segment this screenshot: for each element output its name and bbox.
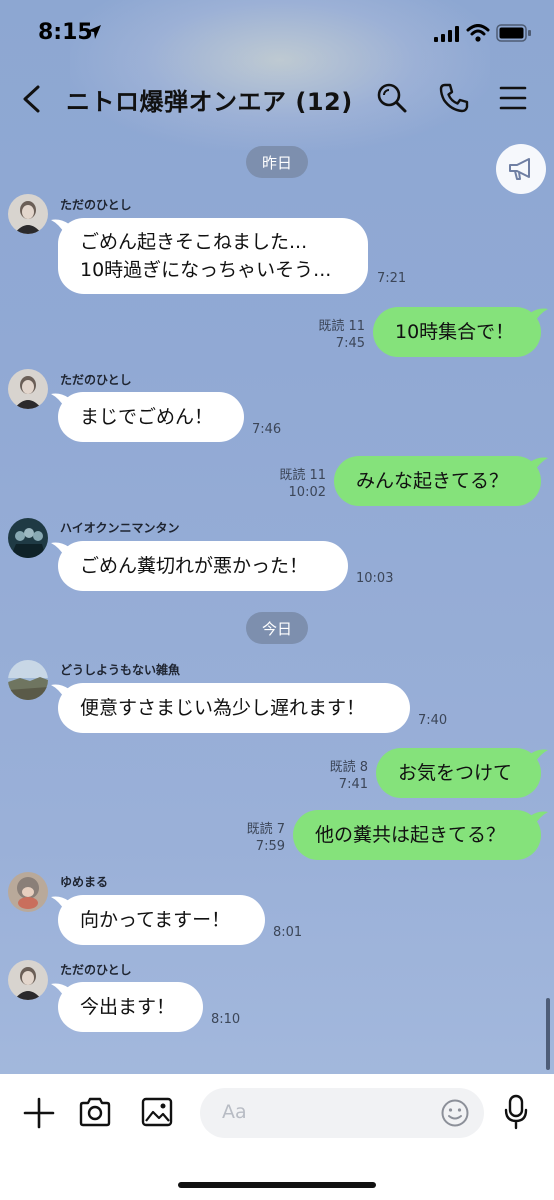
emoji-icon[interactable] xyxy=(440,1098,470,1128)
sender-name: ただのひとし xyxy=(60,198,132,212)
message-time: 10:03 xyxy=(356,571,394,586)
message-text: 向かってますー！ xyxy=(80,909,231,931)
message-text: みんな起きてる？ xyxy=(356,470,509,492)
message-time: 7:59 xyxy=(255,839,285,854)
message-text: 便意すさまじい為少し遅れます！ xyxy=(80,697,366,719)
chat-title: ニトロ爆弾オンエア (12) xyxy=(66,88,353,116)
date-divider-today: 今日 xyxy=(246,612,308,644)
bubble-tail xyxy=(530,308,548,323)
read-receipt: 既読 8 xyxy=(329,760,368,775)
sender-name: ただのひとし xyxy=(60,373,132,387)
message-bubble-outgoing[interactable]: お気をつけて xyxy=(376,748,548,798)
message-text: 10時集合で！ xyxy=(395,321,515,343)
bubble-tail xyxy=(51,896,69,911)
bubble-tail xyxy=(51,983,69,998)
home-indicator xyxy=(178,1182,376,1188)
avatar[interactable] xyxy=(8,660,48,700)
plus-icon[interactable] xyxy=(22,1096,56,1130)
battery-icon xyxy=(496,24,531,42)
date-label: 昨日 xyxy=(261,153,292,172)
avatar[interactable] xyxy=(8,960,48,1000)
phone-icon[interactable] xyxy=(438,82,470,114)
message-meta: 既読 7 7:59 xyxy=(226,821,285,855)
read-receipt: 既読 7 xyxy=(246,822,285,837)
sender-name: ハイオクンニマンタン xyxy=(60,521,180,535)
avatar[interactable] xyxy=(8,872,48,912)
location-arrow-icon xyxy=(87,25,101,39)
megaphone-icon xyxy=(509,158,530,180)
signal-icon xyxy=(434,26,459,42)
scrollbar[interactable] xyxy=(546,998,550,1070)
message-bubble-incoming[interactable]: ごめん起きそこねました... 10時過ぎになっちゃいそう... xyxy=(51,218,368,294)
message-time: 7:41 xyxy=(338,777,368,792)
message-time: 10:02 xyxy=(288,485,326,500)
date-label: 今日 xyxy=(261,619,292,638)
bubble-tail xyxy=(51,684,69,699)
bubble-tail xyxy=(51,542,69,557)
bubble-tail xyxy=(51,393,69,408)
avatar[interactable] xyxy=(8,194,48,234)
message-bubble-outgoing[interactable]: みんな起きてる？ xyxy=(334,456,548,506)
message-time: 7:46 xyxy=(252,422,282,437)
input-placeholder: Aa xyxy=(222,1101,247,1123)
announcement-button[interactable] xyxy=(496,144,546,194)
bubble-tail xyxy=(51,219,69,234)
message-text: 他の糞共は起きてる？ xyxy=(315,824,506,846)
message-bubble-outgoing[interactable]: 他の糞共は起きてる？ xyxy=(293,810,548,860)
message-time: 8:10 xyxy=(211,1012,241,1027)
message-text: お気をつけて xyxy=(398,762,513,784)
search-icon[interactable] xyxy=(376,82,408,114)
message-time: 8:01 xyxy=(273,925,303,940)
bubble-tail xyxy=(530,457,548,472)
message-time: 7:45 xyxy=(335,336,365,351)
date-divider-yesterday: 昨日 xyxy=(246,146,308,178)
message-bubble-incoming[interactable]: 今出ます！ xyxy=(51,982,203,1032)
bubble-tail xyxy=(530,749,548,764)
message-text: まじでごめん！ xyxy=(80,406,214,428)
message-meta: 既読 11 10:02 xyxy=(262,467,326,501)
camera-icon[interactable] xyxy=(78,1096,112,1128)
message-input-bar: Aa xyxy=(0,1074,554,1200)
message-bubble-incoming[interactable]: ごめん糞切れが悪かった！ xyxy=(51,541,348,591)
avatar[interactable] xyxy=(8,369,48,409)
message-meta: 既読 8 7:41 xyxy=(306,759,368,793)
image-icon[interactable] xyxy=(140,1096,174,1128)
message-meta: 既読 11 7:45 xyxy=(300,318,365,352)
message-time: 7:40 xyxy=(418,713,448,728)
read-receipt: 既読 11 xyxy=(318,319,365,334)
message-text: ごめん糞切れが悪かった！ xyxy=(80,555,309,577)
message-bubble-incoming[interactable]: 向かってますー！ xyxy=(51,895,265,945)
chat-header: ニトロ爆弾オンエア (12) xyxy=(0,70,554,126)
mic-icon[interactable] xyxy=(503,1094,529,1130)
avatar[interactable] xyxy=(8,518,48,558)
message-line: ごめん起きそこねました... xyxy=(80,231,308,253)
status-time: 8:15 xyxy=(38,20,93,45)
back-icon[interactable] xyxy=(18,84,46,114)
sender-name: どうしようもない雑魚 xyxy=(60,663,181,677)
bubble-tail xyxy=(530,811,548,826)
wifi-icon xyxy=(466,24,490,42)
message-input[interactable]: Aa xyxy=(200,1088,484,1138)
message-time: 7:21 xyxy=(377,271,407,286)
message-bubble-outgoing[interactable]: 10時集合で！ xyxy=(373,307,548,357)
message-bubble-incoming[interactable]: まじでごめん！ xyxy=(51,392,244,442)
sender-name: ゆめまる xyxy=(60,875,109,889)
message-line: 10時過ぎになっちゃいそう... xyxy=(80,259,332,281)
message-text: 今出ます！ xyxy=(80,996,176,1018)
menu-icon[interactable] xyxy=(498,84,528,112)
status-bar: 8:15 xyxy=(0,0,554,64)
read-receipt: 既読 11 xyxy=(279,468,326,483)
sender-name: ただのひとし xyxy=(60,963,132,977)
message-bubble-incoming[interactable]: 便意すさまじい為少し遅れます！ xyxy=(51,683,410,733)
